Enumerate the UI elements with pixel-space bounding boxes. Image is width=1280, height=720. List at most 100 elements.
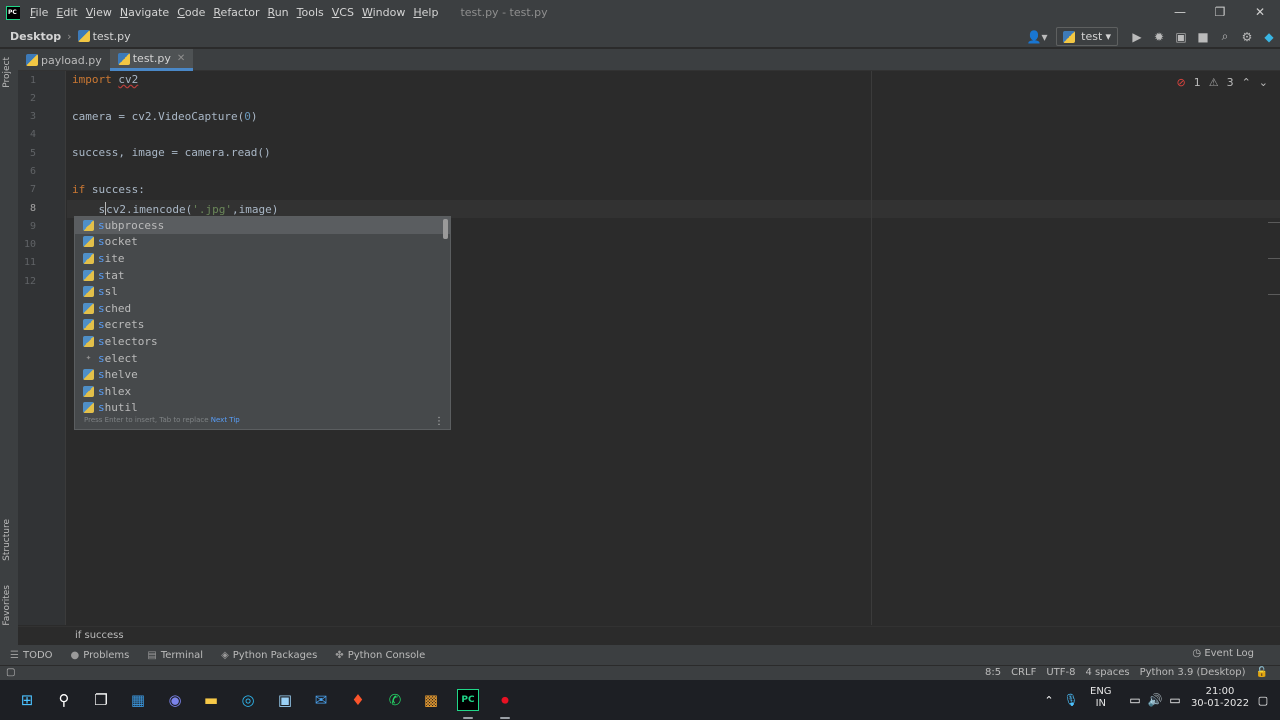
editor-breadcrumb[interactable]: if success <box>75 630 124 641</box>
chat-icon[interactable]: ◉ <box>164 689 186 711</box>
problems-tool-button[interactable]: ● Problems <box>71 650 130 661</box>
menu-code[interactable]: Code <box>177 6 205 19</box>
menu-file[interactable]: File <box>30 6 48 19</box>
matched-prefix: s <box>98 235 105 249</box>
menu-vcs[interactable]: VCS <box>332 6 354 19</box>
run-configuration-select[interactable]: test ▾ <box>1056 27 1118 46</box>
chevron-up-icon[interactable]: ⌃ <box>1242 76 1251 89</box>
volume-icon[interactable]: 🔊 <box>1144 689 1166 711</box>
whatsapp-icon[interactable]: ✆ <box>384 689 406 711</box>
lock-icon[interactable]: 🔓 <box>1256 667 1268 678</box>
python-file-icon <box>26 54 38 66</box>
input-language[interactable]: ENG IN <box>1090 686 1112 710</box>
mail-icon[interactable]: ✉ <box>310 689 332 711</box>
completion-item[interactable]: secrets <box>75 317 450 334</box>
module-icon <box>83 369 94 381</box>
completion-item[interactable]: ✦ select <box>75 350 450 367</box>
line-number: 8 <box>29 203 36 214</box>
matched-prefix: s <box>98 301 105 315</box>
app-icon[interactable]: ▩ <box>420 689 442 711</box>
python-interpreter[interactable]: Python 3.9 (Desktop) <box>1140 667 1246 678</box>
completion-item[interactable]: ssl <box>75 283 450 300</box>
menu-refactor[interactable]: Refactor <box>213 6 259 19</box>
widgets-icon[interactable]: ▦ <box>127 689 149 711</box>
minimize-button[interactable]: — <box>1160 0 1200 25</box>
search-icon[interactable]: ⚲ <box>53 689 75 711</box>
layout-icon[interactable]: ▢ <box>6 667 15 678</box>
completion-item[interactable]: stat <box>75 267 450 284</box>
inspection-widget[interactable]: ⊘ 1 ⚠ 3 ⌃ ⌄ <box>1176 76 1268 89</box>
run-icon[interactable]: ▶ <box>1126 30 1148 44</box>
menu-window[interactable]: Window <box>362 6 405 19</box>
clock[interactable]: 21:00 30-01-2022 <box>1190 686 1250 710</box>
tool-window-label: Problems <box>83 649 130 661</box>
favorites-tool-button[interactable]: Favorites <box>2 585 12 626</box>
tab-test[interactable]: test.py ✕ <box>109 49 194 71</box>
text-caret <box>105 202 107 215</box>
menu-edit[interactable]: Edit <box>56 6 77 19</box>
indent-setting[interactable]: 4 spaces <box>1085 667 1129 678</box>
network-icon[interactable]: ▭ <box>1124 689 1146 711</box>
file-explorer-icon[interactable]: ▬ <box>200 689 222 711</box>
completion-item[interactable]: subprocess <box>75 217 450 234</box>
structure-tool-button[interactable]: Structure <box>2 519 12 561</box>
close-window-button[interactable]: ✕ <box>1240 0 1280 25</box>
gear-icon[interactable]: ⚙ <box>1236 30 1258 44</box>
menu-run[interactable]: Run <box>268 6 289 19</box>
notifications-icon[interactable]: ▢ <box>1252 689 1274 711</box>
debug-icon[interactable]: ✹ <box>1148 30 1170 44</box>
python-packages-tool-button[interactable]: ◈ Python Packages <box>221 650 317 661</box>
event-log-button[interactable]: ◷ Event Log <box>1192 648 1254 659</box>
completion-scrollbar[interactable] <box>443 219 448 239</box>
menu-navigate[interactable]: Navigate <box>120 6 169 19</box>
completion-remainder: ite <box>104 251 125 265</box>
user-icon[interactable]: 👤▾ <box>1026 30 1048 44</box>
search-icon[interactable]: ⌕ <box>1214 29 1236 44</box>
task-view-icon[interactable]: ❐ <box>90 689 112 711</box>
todo-tool-button[interactable]: ☰ TODO <box>10 650 53 661</box>
file-encoding[interactable]: UTF-8 <box>1046 667 1075 678</box>
stop-icon[interactable]: ■ <box>1192 30 1214 44</box>
edge-browser-icon[interactable]: ◎ <box>237 689 259 711</box>
completion-item[interactable]: site <box>75 250 450 267</box>
python-console-tool-button[interactable]: ✤ Python Console <box>335 650 425 661</box>
brave-browser-icon[interactable]: ♦ <box>347 689 369 711</box>
more-options-icon[interactable]: ⋮ <box>434 416 444 427</box>
completion-item[interactable]: shlex <box>75 383 450 400</box>
chevron-up-icon[interactable]: ⌃ <box>1038 689 1060 711</box>
completion-item[interactable]: selectors <box>75 333 450 350</box>
windows-start-icon[interactable]: ⊞ <box>16 689 38 711</box>
python-file-icon <box>1063 30 1075 43</box>
pycharm-taskbar-icon[interactable]: PC <box>457 689 479 711</box>
line-number-gutter: 1 2 3 4 5 6 7 8 9 10 11 12 <box>18 71 66 625</box>
tab-payload[interactable]: payload.py <box>18 49 110 71</box>
completion-item[interactable]: shelve <box>75 366 450 383</box>
microphone-icon[interactable]: 🎙 <box>1060 689 1082 711</box>
battery-icon[interactable]: ▭ <box>1164 689 1186 711</box>
coverage-icon[interactable]: ▣ <box>1170 30 1192 44</box>
project-tool-button[interactable]: Project <box>2 57 12 88</box>
menu-help[interactable]: Help <box>413 6 438 19</box>
jetbrains-icon[interactable]: ◆ <box>1258 30 1280 44</box>
breadcrumb-project[interactable]: Desktop <box>10 30 61 43</box>
line-separator[interactable]: CRLF <box>1011 667 1036 678</box>
maximize-button[interactable]: ❐ <box>1200 0 1240 25</box>
terminal-tool-button[interactable]: ▤ Terminal <box>147 650 203 661</box>
info-icon: ● <box>70 649 80 661</box>
completion-item[interactable]: socket <box>75 234 450 251</box>
breadcrumb-file[interactable]: test.py <box>93 30 131 43</box>
line-number: 3 <box>29 111 36 122</box>
caret-position[interactable]: 8:5 <box>985 667 1001 678</box>
next-tip-link[interactable]: Next Tip <box>211 416 240 424</box>
matched-prefix: s <box>98 268 105 282</box>
chevron-down-icon[interactable]: ⌄ <box>1259 76 1268 89</box>
menu-tools[interactable]: Tools <box>297 6 324 19</box>
active-app-indicator <box>500 717 510 719</box>
completion-item[interactable]: sched <box>75 300 450 317</box>
module-icon <box>83 286 94 298</box>
close-icon[interactable]: ✕ <box>177 53 185 64</box>
store-icon[interactable]: ▣ <box>274 689 296 711</box>
completion-remainder: tat <box>104 268 125 282</box>
menu-view[interactable]: View <box>86 6 112 19</box>
record-icon[interactable]: ⏺ <box>494 689 516 711</box>
